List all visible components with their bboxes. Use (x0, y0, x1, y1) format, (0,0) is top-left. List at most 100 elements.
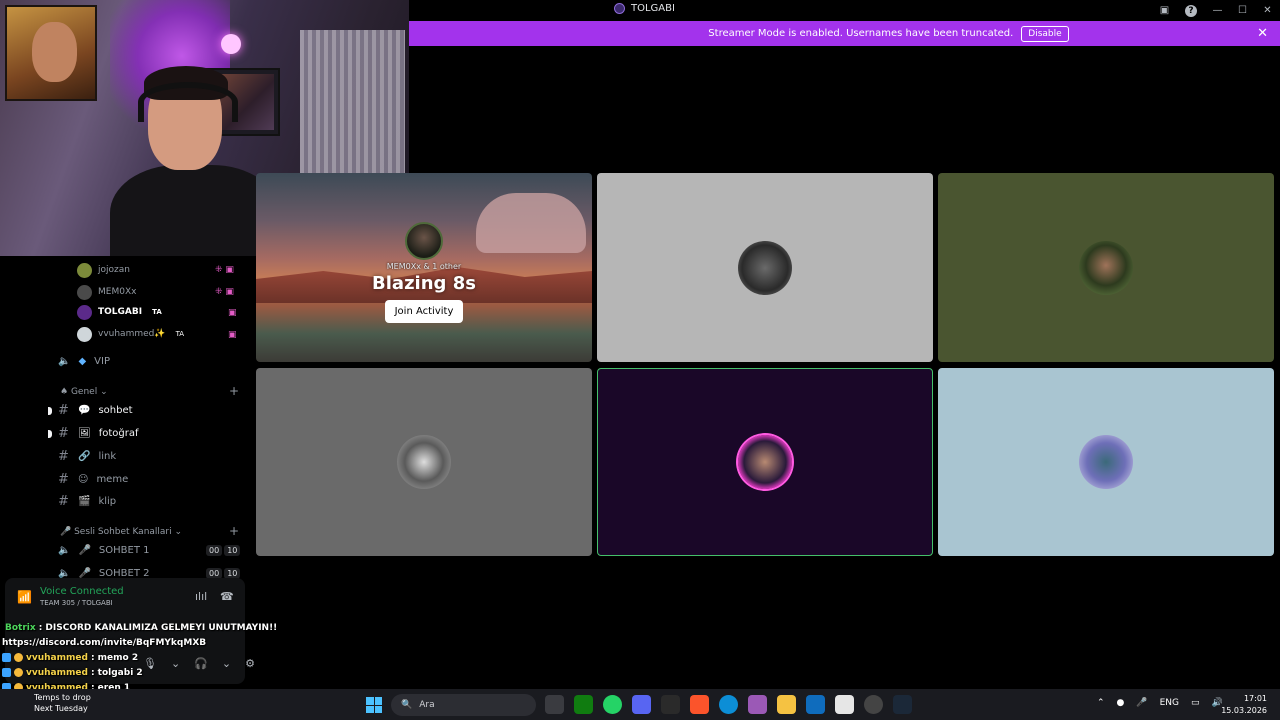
mail-icon[interactable] (806, 695, 825, 714)
store-icon[interactable] (835, 695, 854, 714)
windows-start-icon[interactable] (366, 697, 382, 713)
window-blinds (300, 30, 405, 190)
neon-logo (221, 34, 241, 54)
speaker-icon: 🔈 (58, 567, 71, 579)
brave-icon[interactable] (690, 695, 709, 714)
minimize-button[interactable]: — (1205, 5, 1230, 16)
app-icon[interactable] (661, 695, 680, 714)
avatar (77, 262, 92, 278)
edge-icon[interactable] (719, 695, 738, 714)
meme-icon: ☺ (78, 473, 89, 485)
mic-icon: 🎤 (78, 567, 91, 579)
inbox-icon[interactable]: ▣ (1152, 5, 1177, 16)
voice-user[interactable]: jojozan (77, 261, 130, 279)
text-channel[interactable]: # ☺ meme (58, 469, 128, 489)
chat-message: vvuhammed : tolgabi 2 (2, 665, 272, 680)
file-explorer-icon[interactable] (777, 695, 796, 714)
avatar (738, 435, 792, 489)
voice-user[interactable]: vvuhammed✨ TA (77, 325, 184, 343)
noise-suppression-icon[interactable]: ılıl (195, 590, 207, 603)
mic-icon[interactable]: 🎤 (1136, 698, 1147, 708)
unread-indicator (48, 430, 52, 438)
add-channel-icon[interactable]: + (229, 384, 239, 398)
task-view-icon[interactable] (545, 695, 564, 714)
badge-icon (2, 653, 11, 662)
unread-indicator (48, 407, 52, 415)
category-general[interactable]: ♠ Genel ⌄ (60, 387, 108, 397)
avatar (404, 222, 443, 260)
hash-icon: # (58, 493, 69, 509)
voice-channel-vip[interactable]: 🔈 ◆ VIP (58, 351, 110, 371)
text-channel[interactable]: # 💬 sohbet (58, 400, 133, 420)
xbox-icon[interactable] (574, 695, 593, 714)
tray-app-icon[interactable]: ● (1117, 698, 1125, 708)
clock[interactable]: 17:01 15.03.2026 (1221, 693, 1267, 717)
chevron-up-icon[interactable]: ⌃ (1097, 698, 1105, 708)
discord-icon[interactable] (632, 695, 651, 714)
activity-tile[interactable]: MEM0Xx & 1 other Blazing 8s Join Activit… (256, 173, 592, 362)
voice-channel[interactable]: 🔈 🎤 SOHBET 1 (58, 540, 149, 560)
weather-widget[interactable]: Temps to drop Next Tuesday (34, 692, 91, 714)
voice-location[interactable]: TEAM 305 / TOLGABI (40, 599, 113, 607)
participant-tile[interactable] (938, 368, 1274, 556)
close-banner-icon[interactable]: ✕ (1257, 26, 1268, 41)
disconnect-icon[interactable]: ☎ (220, 590, 234, 603)
language-indicator[interactable]: ENG (1160, 698, 1179, 708)
participant-tile-speaking[interactable] (597, 368, 933, 556)
photo-icon: 🖼 (78, 427, 91, 439)
category-voice[interactable]: 🎤 Sesli Sohbet Kanallari ⌄ (60, 527, 182, 537)
participant-tile[interactable] (256, 368, 592, 556)
taskbar-apps (545, 695, 912, 714)
copilot-icon[interactable] (748, 695, 767, 714)
text-channel[interactable]: # 🔗 link (58, 446, 116, 466)
add-channel-icon[interactable]: + (229, 524, 239, 538)
badge-icon (14, 653, 23, 662)
wall-painting (5, 5, 97, 101)
windows-taskbar: Temps to drop Next Tuesday 🔍 Ara ⌃ ● 🎤 E… (0, 689, 1280, 720)
voice-user[interactable]: MEM0Xx (77, 283, 136, 301)
participant-tile[interactable] (938, 173, 1274, 362)
speaker-icon: 🔈 (58, 355, 71, 367)
avatar (77, 326, 92, 342)
activity-participants: MEM0Xx & 1 other (386, 262, 462, 271)
badge-icon (14, 668, 23, 677)
participant-tile[interactable] (597, 173, 933, 362)
gem-icon: ◆ (78, 355, 87, 367)
voice-status[interactable]: Voice Connected (40, 586, 124, 597)
hash-icon: # (58, 448, 69, 464)
whatsapp-icon[interactable] (603, 695, 622, 714)
disable-streamer-mode-button[interactable]: Disable (1021, 25, 1069, 42)
streamer-mode-banner: Streamer Mode is enabled. Usernames have… (409, 21, 1280, 46)
banner-text: Streamer Mode is enabled. Usernames have… (708, 28, 1014, 39)
network-icon[interactable]: ▭ (1191, 698, 1200, 708)
help-icon[interactable]: ? (1185, 4, 1197, 17)
hash-icon: # (58, 402, 69, 418)
title-bar: TOLGABI ▣ ? — ☐ ✕ (409, 0, 1280, 21)
avatar (397, 435, 451, 489)
steam-icon[interactable] (893, 695, 912, 714)
stream-chat-overlay: Botrix : DISCORD KANALIMIZA GELMEYI UNUT… (2, 620, 277, 695)
close-button[interactable]: ✕ (1255, 5, 1280, 16)
activity-content: MEM0Xx & 1 other Blazing 8s Join Activit… (372, 222, 476, 323)
text-channel[interactable]: # 🎬 klip (58, 491, 116, 511)
speech-bubble-icon: 💬 (78, 404, 91, 416)
taskbar-search[interactable]: 🔍 Ara (391, 694, 536, 716)
avatar (1079, 240, 1133, 295)
hash-icon: # (58, 425, 69, 441)
app-icon[interactable] (864, 695, 883, 714)
link-icon: 🔗 (78, 450, 91, 462)
avatar (1079, 435, 1133, 489)
window-controls: ▣ ? — ☐ ✕ (1152, 0, 1280, 21)
search-icon: 🔍 (401, 700, 413, 710)
avatar (738, 240, 792, 295)
user-limit-badge: 00 10 (206, 545, 241, 556)
badge-icon (2, 668, 11, 677)
voice-user[interactable]: TOLGABI TA (77, 303, 162, 321)
avatar (77, 304, 92, 320)
hash-icon: # (58, 471, 69, 487)
join-activity-button[interactable]: Join Activity (384, 300, 464, 323)
window-title: TOLGABI (614, 3, 675, 14)
text-channel[interactable]: # 🖼 fotoğraf (58, 423, 139, 443)
maximize-button[interactable]: ☐ (1230, 5, 1255, 16)
chat-message: https://discord.com/invite/BqFMYkqMXB (2, 637, 207, 648)
